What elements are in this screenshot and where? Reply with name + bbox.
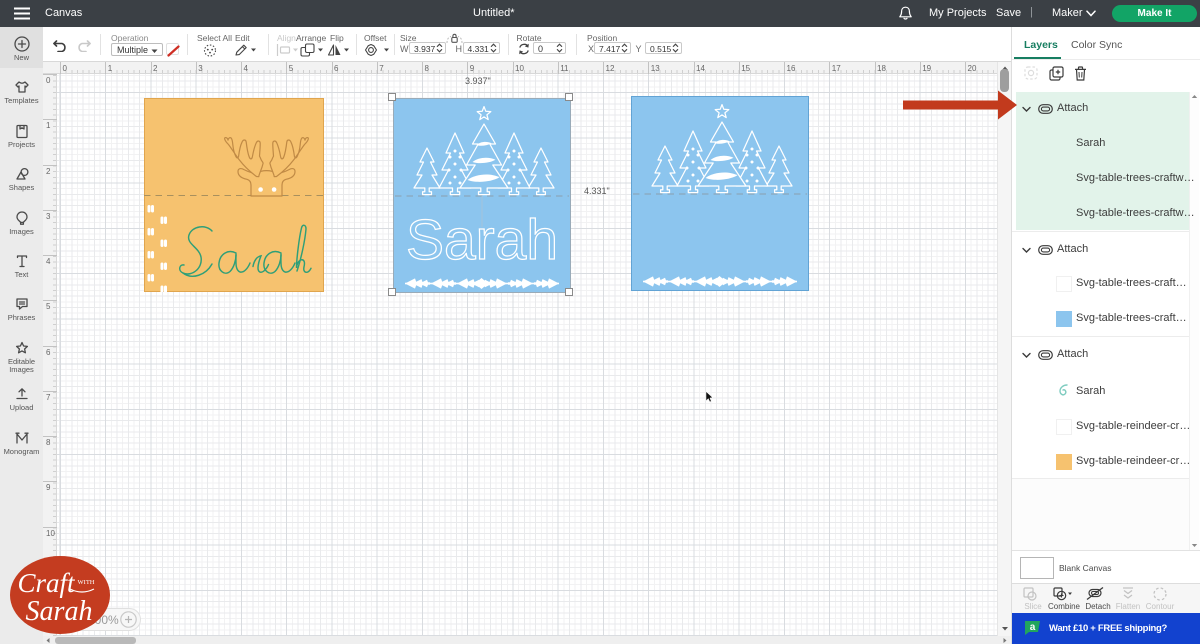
svg-text:a: a bbox=[1030, 622, 1036, 633]
svg-text:Sarah: Sarah bbox=[26, 596, 93, 627]
svg-text:WITH: WITH bbox=[78, 579, 95, 586]
svg-text:Craft: Craft bbox=[17, 568, 76, 598]
